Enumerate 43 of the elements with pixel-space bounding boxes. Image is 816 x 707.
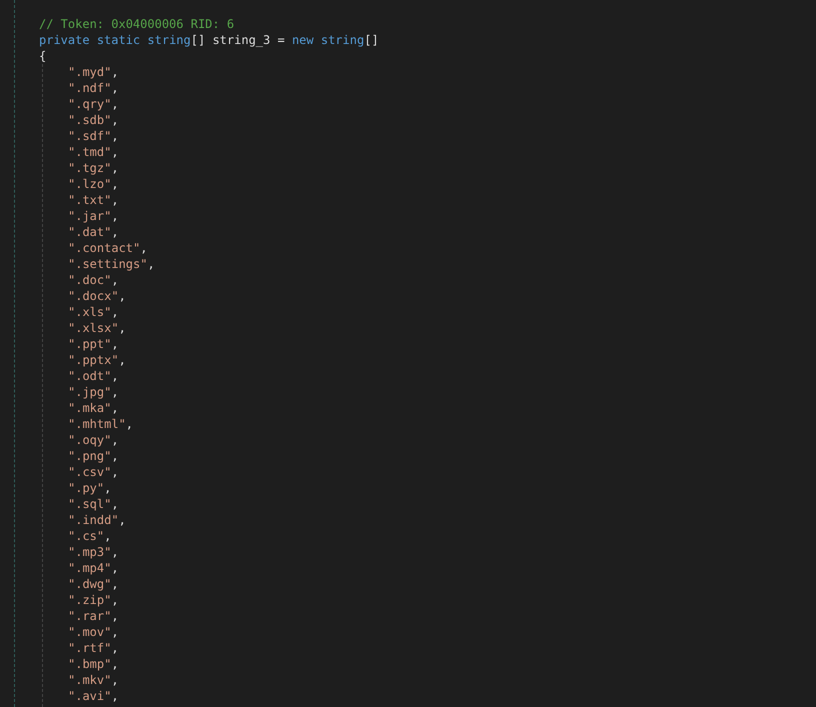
string-literal: ".jpg", [68, 385, 119, 399]
string-literal: ".avi", [68, 689, 119, 703]
string-literal: ".py", [68, 481, 112, 495]
string-literal: ".sql", [68, 497, 119, 511]
string-literal: ".rtf", [68, 641, 119, 655]
string-literal: ".settings", [68, 257, 155, 271]
string-literal: ".mp3", [68, 545, 119, 559]
string-literal: ".cs", [68, 529, 112, 543]
string-literal: ".csv", [68, 465, 119, 479]
string-literal: ".mhtml", [68, 417, 134, 431]
string-literal: ".xlsx", [68, 321, 126, 335]
string-literal: ".sdf", [68, 129, 119, 143]
string-literal: ".mov", [68, 625, 119, 639]
string-literal: ".bmp", [68, 657, 119, 671]
string-literal: ".sdb", [68, 113, 119, 127]
string-literal: ".qry", [68, 97, 119, 111]
string-literal: ".tmd", [68, 145, 119, 159]
string-literal: ".lzo", [68, 177, 119, 191]
string-literal: ".zip", [68, 593, 119, 607]
string-literal: ".oqy", [68, 433, 119, 447]
string-literal: ".tgz", [68, 161, 119, 175]
code-line: private static string[] string_3 = new string[] [39, 33, 379, 47]
string-literal: ".dat", [68, 225, 119, 239]
string-literal: ".docx", [68, 289, 126, 303]
string-literal: ".doc", [68, 273, 119, 287]
string-literal: ".indd", [68, 513, 126, 527]
string-literal: ".jar", [68, 209, 119, 223]
string-literal: ".odt", [68, 369, 119, 383]
string-literal: ".pptx", [68, 353, 126, 367]
string-literal: ".contact", [68, 241, 148, 255]
string-literal: ".ndf", [68, 81, 119, 95]
string-literal: ".txt", [68, 193, 119, 207]
string-literal: ".xls", [68, 305, 119, 319]
string-literal: ".ppt", [68, 337, 119, 351]
string-literal: ".mkv", [68, 673, 119, 687]
string-literal: ".dwg", [68, 577, 119, 591]
string-literal: ".mka", [68, 401, 119, 415]
code-comment: // Token: 0x04000006 RID: 6 [39, 17, 234, 31]
string-literal: ".mp4", [68, 561, 119, 575]
string-literal: ".rar", [68, 609, 119, 623]
string-literal: ".myd", [68, 65, 119, 79]
code-brace: { [39, 49, 46, 63]
string-literal: ".png", [68, 449, 119, 463]
